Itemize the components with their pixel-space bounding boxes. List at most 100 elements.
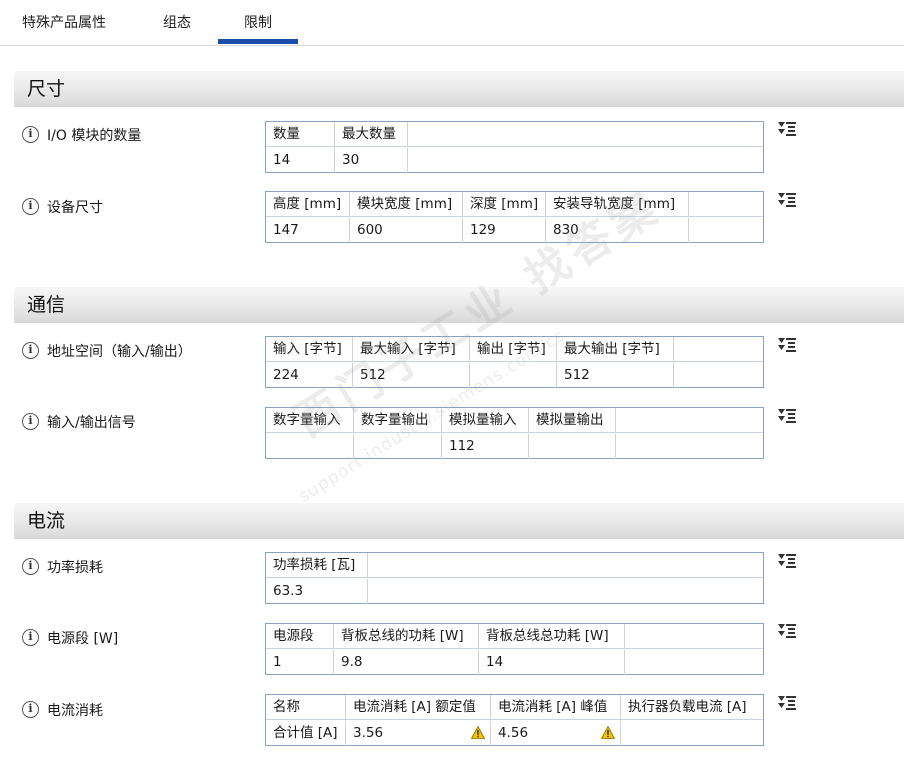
value-cell <box>266 434 354 459</box>
table-value-row: 224 512 512 <box>266 363 763 388</box>
value-cell <box>368 579 763 604</box>
table-value-row: 147 600 129 830 <box>266 218 763 243</box>
row-current-consumption: i 电流消耗 <box>22 700 103 722</box>
value-cell: 129 <box>463 218 546 243</box>
table-power-segment: 电源段 背板总线的功耗 [W] 背板总线总功耗 [W] 1 9.8 14 <box>265 623 764 675</box>
table-device-dimensions: 高度 [mm] 模块宽度 [mm] 深度 [mm] 安装导轨宽度 [mm] 14… <box>265 191 764 243</box>
value-cell: 14 <box>479 650 625 675</box>
value-cell: 30 <box>335 148 408 173</box>
value-cell-peak: 4.56 <box>491 721 621 746</box>
info-icon[interactable]: i <box>22 126 39 143</box>
header-cell <box>689 192 763 217</box>
filter-list-icon[interactable] <box>777 407 797 427</box>
value-text: 4.56 <box>498 725 529 741</box>
tab-configuration[interactable]: 组态 <box>163 12 191 32</box>
value-cell: 512 <box>353 363 470 388</box>
row-io-signals: i 输入/输出信号 <box>22 412 136 434</box>
header-cell: 输入 [字节] <box>266 337 353 362</box>
table-header-row: 电源段 背板总线的功耗 [W] 背板总线总功耗 [W] <box>266 624 763 649</box>
row-power-segment: i 电源段 [W] <box>22 628 118 650</box>
header-cell: 模拟量输入 <box>442 408 529 433</box>
header-cell: 电流消耗 [A] 峰值 <box>491 695 621 720</box>
value-cell <box>408 148 763 173</box>
header-cell <box>368 553 763 578</box>
value-cell <box>529 434 616 459</box>
filter-list-icon[interactable] <box>777 191 797 211</box>
header-cell: 电源段 <box>266 624 334 649</box>
value-cell-rated: 3.56 <box>346 721 491 746</box>
header-cell: 安装导轨宽度 [mm] <box>546 192 689 217</box>
table-value-row: 63.3 <box>266 579 763 604</box>
header-cell: 深度 [mm] <box>463 192 546 217</box>
filter-list-icon[interactable] <box>777 120 797 140</box>
table-current-consumption: 名称 电流消耗 [A] 额定值 电流消耗 [A] 峰值 执行器负载电流 [A] … <box>265 694 764 746</box>
value-cell: 600 <box>350 218 463 243</box>
info-icon[interactable]: i <box>22 198 39 215</box>
tab-limits[interactable]: 限制 <box>218 12 298 44</box>
info-icon[interactable]: i <box>22 342 39 359</box>
row-label: 地址空间（输入/输出） <box>47 344 192 360</box>
header-cell: 高度 [mm] <box>266 192 350 217</box>
value-cell <box>354 434 442 459</box>
info-icon[interactable]: i <box>22 701 39 718</box>
section-header-communication: 通信 <box>14 287 904 323</box>
row-label: I/O 模块的数量 <box>47 128 142 144</box>
value-cell: 1 <box>266 650 334 675</box>
value-cell <box>621 721 763 746</box>
tab-bar: 特殊产品属性 组态 限制 <box>0 0 904 46</box>
header-cell <box>616 408 763 433</box>
value-cell: 14 <box>266 148 335 173</box>
table-header-row: 输入 [字节] 最大输入 [字节] 输出 [字节] 最大输出 [字节] <box>266 337 763 362</box>
value-cell: 9.8 <box>334 650 479 675</box>
value-cell: 63.3 <box>266 579 368 604</box>
header-cell: 数字量输入 <box>266 408 354 433</box>
table-header-row: 数量 最大数量 <box>266 122 763 147</box>
value-cell: 512 <box>557 363 674 388</box>
row-io-module-count: i I/O 模块的数量 <box>22 125 141 147</box>
header-cell: 模块宽度 [mm] <box>350 192 463 217</box>
header-cell: 数量 <box>266 122 335 147</box>
info-icon[interactable]: i <box>22 413 39 430</box>
row-power-loss: i 功率损耗 <box>22 557 103 579</box>
header-cell: 电流消耗 [A] 额定值 <box>346 695 491 720</box>
header-cell: 名称 <box>266 695 346 720</box>
info-icon[interactable]: i <box>22 629 39 646</box>
value-cell: 合计值 [A] <box>266 721 346 746</box>
table-address-space: 输入 [字节] 最大输入 [字节] 输出 [字节] 最大输出 [字节] 224 … <box>265 336 764 388</box>
value-cell <box>616 434 763 459</box>
row-label: 设备尺寸 <box>47 200 103 216</box>
header-cell <box>674 337 763 362</box>
filter-list-icon[interactable] <box>777 622 797 642</box>
header-cell <box>625 624 763 649</box>
header-cell: 最大输入 [字节] <box>353 337 470 362</box>
filter-list-icon[interactable] <box>777 694 797 714</box>
info-icon[interactable]: i <box>22 558 39 575</box>
row-label: 电流消耗 <box>47 703 103 719</box>
header-cell: 数字量输出 <box>354 408 442 433</box>
value-cell <box>470 363 557 388</box>
filter-list-icon[interactable] <box>777 336 797 356</box>
table-power-loss: 功率损耗 [瓦] 63.3 <box>265 552 764 604</box>
header-cell: 背板总线总功耗 [W] <box>479 624 625 649</box>
header-cell: 最大数量 <box>335 122 408 147</box>
value-cell <box>689 218 763 243</box>
tab-special-properties[interactable]: 特殊产品属性 <box>22 12 106 32</box>
header-cell: 最大输出 [字节] <box>557 337 674 362</box>
value-cell <box>625 650 763 675</box>
row-label: 功率损耗 <box>47 560 103 576</box>
warning-icon <box>601 726 615 739</box>
value-cell: 147 <box>266 218 350 243</box>
row-address-space: i 地址空间（输入/输出） <box>22 341 192 363</box>
value-cell <box>674 363 763 388</box>
row-label: 输入/输出信号 <box>47 415 136 431</box>
value-cell: 830 <box>546 218 689 243</box>
header-cell <box>408 122 763 147</box>
header-cell: 执行器负载电流 [A] <box>628 699 747 715</box>
filter-list-icon[interactable] <box>777 552 797 572</box>
section-header-current: 电流 <box>14 503 904 539</box>
section-header-dimensions: 尺寸 <box>14 71 904 107</box>
value-text: 3.56 <box>353 725 384 741</box>
warning-icon <box>471 726 485 739</box>
table-header-row: 功率损耗 [瓦] <box>266 553 763 578</box>
table-value-row: 1 9.8 14 <box>266 650 763 675</box>
